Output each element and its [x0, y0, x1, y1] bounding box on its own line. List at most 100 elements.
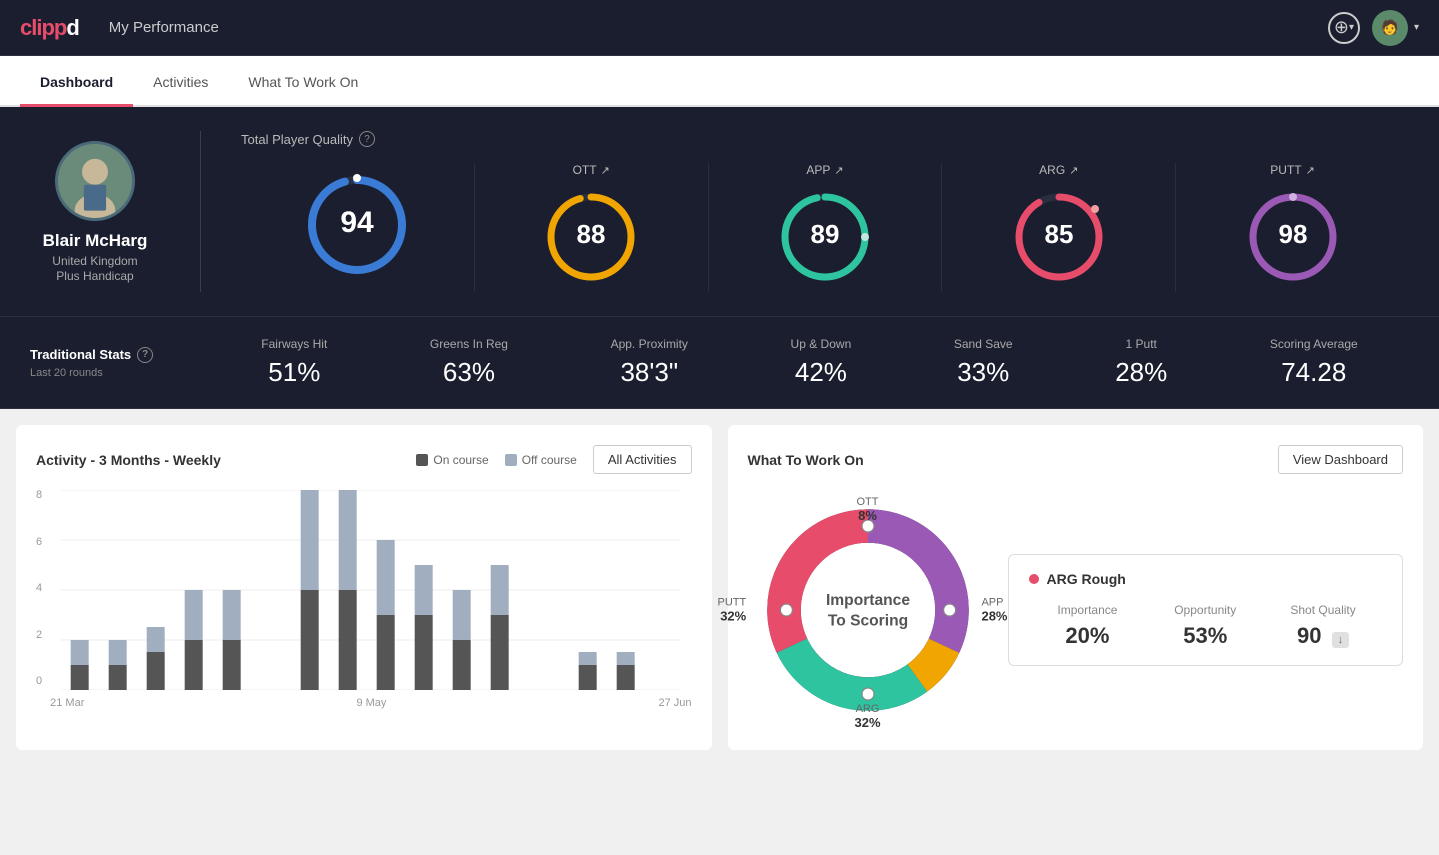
quality-section: Total Player Quality ? 94 OTT: [241, 131, 1409, 292]
bar: [223, 590, 241, 640]
stat-greens-value: 63%: [443, 357, 495, 388]
y-label-2: 2: [36, 630, 42, 641]
app-trend-icon: ↗: [834, 164, 843, 177]
avatar-initials: 🧑: [1381, 19, 1398, 36]
y-label-6: 6: [36, 537, 42, 548]
bar: [491, 615, 509, 690]
plus-icon: ⊕: [1334, 17, 1349, 38]
bar: [339, 590, 357, 690]
ott-trend-icon: ↗: [601, 164, 610, 177]
bar: [223, 640, 241, 690]
metric-shot-quality: Shot Quality 90 ↓: [1264, 603, 1382, 649]
stat-proximity: App. Proximity 38'3": [611, 337, 688, 388]
bar: [339, 490, 357, 590]
work-card-title: What To Work On: [748, 452, 864, 468]
bar: [453, 640, 471, 690]
tab-dashboard[interactable]: Dashboard: [20, 56, 133, 107]
app-label: APP ↗: [806, 163, 843, 177]
tab-what-to-work-on[interactable]: What To Work On: [228, 56, 378, 107]
app-donut-label: APP 28%: [981, 597, 1007, 624]
bar: [617, 652, 635, 665]
nav-title: My Performance: [109, 19, 1328, 36]
arg-trend-icon: ↗: [1069, 164, 1078, 177]
stat-updown-label: Up & Down: [791, 337, 852, 351]
bar: [301, 590, 319, 690]
stats-bar: Traditional Stats ? Last 20 rounds Fairw…: [0, 317, 1439, 409]
bar: [377, 540, 395, 615]
stat-scoring-value: 74.28: [1281, 357, 1346, 388]
stats-info-icon[interactable]: ?: [137, 347, 153, 363]
bar: [71, 665, 89, 690]
bar: [109, 665, 127, 690]
info-card-title: ARG Rough: [1029, 571, 1383, 587]
arg-gauge-svg: 85: [1009, 187, 1109, 287]
arg-gauge: ARG ↗ 85: [941, 163, 1175, 292]
putt-trend-icon: ↗: [1306, 164, 1315, 177]
stat-proximity-value: 38'3": [620, 357, 678, 388]
add-button[interactable]: ⊕ ▾: [1328, 12, 1360, 44]
donut-svg: Importance To Scoring: [748, 490, 988, 730]
svg-text:98: 98: [1278, 219, 1307, 249]
bar: [453, 590, 471, 640]
all-activities-button[interactable]: All Activities: [593, 445, 692, 474]
stats-items: Fairways Hit 51% Greens In Reg 63% App. …: [210, 337, 1409, 388]
bar: [147, 652, 165, 690]
stat-greens-label: Greens In Reg: [430, 337, 508, 351]
stat-updown: Up & Down 42%: [791, 337, 852, 388]
ott-gauge-svg: 88: [541, 187, 641, 287]
x-label-may: 9 May: [356, 697, 386, 709]
bar: [301, 490, 319, 590]
player-handicap: Plus Handicap: [56, 269, 133, 283]
app-gauge: APP ↗ 89: [708, 163, 942, 292]
chart-area-wrapper: 0 2 4 6 8: [36, 490, 692, 709]
view-dashboard-button[interactable]: View Dashboard: [1278, 445, 1403, 474]
putt-gauge-svg: 98: [1243, 187, 1343, 287]
main-gauge-svg: 94: [302, 170, 412, 280]
putt-donut-label: PUTT 32%: [718, 597, 747, 624]
avatar-chevron-icon: ▾: [1414, 22, 1419, 33]
avatar-button[interactable]: 🧑 ▾: [1372, 10, 1419, 46]
quality-info-icon[interactable]: ?: [359, 131, 375, 147]
activity-chart-card: Activity - 3 Months - Weekly On course O…: [16, 425, 712, 750]
x-axis: 21 Mar 9 May 27 Jun: [50, 695, 691, 709]
app-gauge-visual: 89: [775, 187, 875, 292]
y-axis: 0 2 4 6 8: [36, 490, 42, 709]
donut-chart-area: Importance To Scoring OTT 8% APP 28%: [748, 490, 988, 730]
stat-fairways-value: 51%: [268, 357, 320, 388]
svg-text:89: 89: [811, 219, 840, 249]
top-nav: clippd My Performance ⊕ ▾ 🧑 ▾: [0, 0, 1439, 56]
stat-sandsave-label: Sand Save: [954, 337, 1013, 351]
work-on-card: What To Work On View Dashboard: [728, 425, 1424, 750]
stat-group-title: Traditional Stats ?: [30, 347, 153, 363]
tab-activities[interactable]: Activities: [133, 56, 228, 107]
arg-gauge-visual: 85: [1009, 187, 1109, 292]
arg-donut-label: ARG 32%: [854, 703, 880, 730]
svg-text:To Scoring: To Scoring: [827, 613, 907, 630]
bottom-section: Activity - 3 Months - Weekly On course O…: [0, 409, 1439, 766]
stat-scoring: Scoring Average 74.28: [1270, 337, 1358, 388]
player-country: United Kingdom: [52, 254, 137, 268]
gauges: 94 OTT ↗ 88: [241, 163, 1409, 292]
stat-updown-value: 42%: [795, 357, 847, 388]
main-gauge: 94: [241, 170, 474, 285]
player-name: Blair McHarg: [43, 231, 148, 251]
importance-value: 20%: [1029, 623, 1147, 649]
legend-on-course: On course: [416, 453, 488, 467]
bar: [415, 615, 433, 690]
arg-rough-info-card: ARG Rough Importance 20% Opportunity 53%…: [1008, 554, 1404, 666]
x-label-mar: 21 Mar: [50, 697, 84, 709]
svg-text:88: 88: [577, 219, 606, 249]
stat-proximity-label: App. Proximity: [611, 337, 688, 351]
x-label-jun: 27 Jun: [658, 697, 691, 709]
on-course-dot: [416, 454, 428, 466]
chart-title: Activity - 3 Months - Weekly: [36, 452, 221, 468]
stat-greens: Greens In Reg 63%: [430, 337, 508, 388]
stat-1putt-label: 1 Putt: [1126, 337, 1157, 351]
bar: [491, 565, 509, 615]
y-label-8: 8: [36, 490, 42, 501]
ott-label: OTT ↗: [573, 163, 610, 177]
importance-label: Importance: [1029, 603, 1147, 617]
metric-importance: Importance 20%: [1029, 603, 1147, 649]
svg-text:85: 85: [1044, 219, 1073, 249]
quality-label: Total Player Quality ?: [241, 131, 1409, 147]
